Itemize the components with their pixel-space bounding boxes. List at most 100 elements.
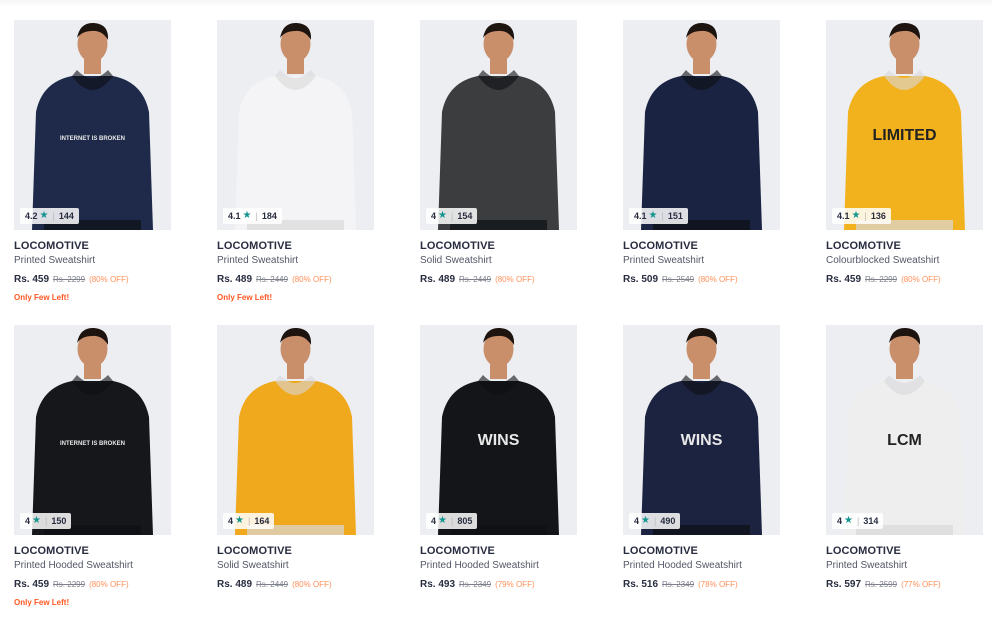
- product-title: Printed Hooded Sweatshirt: [420, 560, 539, 571]
- product-card[interactable]: INTERNET IS BROKEN 4 ★ | 150 LOCOMOTIVE Printe…: [14, 325, 171, 607]
- price-row: Rs. 489 Rs. 2449 (80% OFF): [217, 274, 374, 285]
- product-image[interactable]: INTERNET IS BROKEN 4.2 ★ | 144: [14, 20, 171, 230]
- star-icon: ★: [235, 515, 244, 526]
- stock-badge: Only Few Left!: [217, 293, 273, 302]
- product-image[interactable]: LIMITED 4.1 ★ | 136: [826, 20, 983, 230]
- product-brand: LOCOMOTIVE: [623, 545, 698, 557]
- discounted-price: Rs. 516: [623, 579, 659, 590]
- product-image[interactable]: 4 ★ | 154: [420, 20, 577, 230]
- discount-percent: (80% OFF): [698, 275, 738, 284]
- rating-separator: |: [44, 516, 48, 526]
- rating-separator: |: [450, 516, 454, 526]
- rating-count: 164: [254, 516, 270, 526]
- product-title: Printed Hooded Sweatshirt: [623, 560, 742, 571]
- product-brand: LOCOMOTIVE: [826, 545, 901, 557]
- discounted-price: Rs. 509: [623, 274, 659, 285]
- price-row: Rs. 516 Rs. 2349 (78% OFF): [623, 579, 780, 590]
- rating-count: 805: [457, 516, 473, 526]
- stock-badge: Only Few Left!: [14, 598, 70, 607]
- product-title: Solid Sweatshirt: [217, 560, 289, 571]
- product-card[interactable]: LCM 4 ★ | 314 LOCOMOTIVE Printed Sweatshirt Rs.…: [826, 325, 983, 590]
- discount-percent: (77% OFF): [901, 580, 941, 589]
- rating-count: 490: [660, 516, 676, 526]
- product-title: Solid Sweatshirt: [420, 255, 492, 266]
- print-graphic: WINS: [478, 432, 520, 449]
- price-row: Rs. 459 Rs. 2299 (80% OFF): [14, 274, 171, 285]
- product-title: Printed Sweatshirt: [826, 560, 908, 571]
- rating-separator: |: [864, 211, 867, 221]
- model-illustration: LIMITED: [826, 20, 983, 230]
- model-illustration: WINS: [420, 325, 577, 535]
- rating-badge: 4.1 ★ | 136: [832, 208, 891, 224]
- product-card[interactable]: 4 ★ | 164 LOCOMOTIVE Solid Sweatshirt Rs. 489 R…: [217, 325, 374, 590]
- product-brand: LOCOMOTIVE: [826, 240, 901, 252]
- star-icon: ★: [39, 210, 49, 221]
- product-image[interactable]: WINS 4 ★ | 490: [623, 325, 780, 535]
- discounted-price: Rs. 597: [826, 579, 862, 590]
- rating-value: 4.1: [228, 211, 241, 221]
- model-illustration: [420, 20, 577, 230]
- rating-separator: |: [856, 516, 860, 526]
- product-image[interactable]: 4.1 ★ | 184: [217, 20, 374, 230]
- rating-badge: 4 ★ | 164: [223, 513, 275, 529]
- discounted-price: Rs. 489: [217, 579, 253, 590]
- star-icon: ★: [438, 210, 447, 221]
- rating-count: 144: [58, 211, 74, 221]
- product-title: Printed Hooded Sweatshirt: [14, 560, 133, 571]
- rating-badge: 4.2 ★ | 144: [20, 208, 79, 224]
- product-card[interactable]: INTERNET IS BROKEN 4.2 ★ | 144 LOCOMOTIVE Prin…: [14, 20, 171, 302]
- product-card[interactable]: 4 ★ | 154 LOCOMOTIVE Solid Sweatshirt Rs. 489 R…: [420, 20, 577, 285]
- price-row: Rs. 489 Rs. 2449 (80% OFF): [217, 579, 374, 590]
- rating-badge: 4 ★ | 154: [426, 208, 478, 224]
- model-illustration: INTERNET IS BROKEN: [14, 325, 171, 535]
- original-price: Rs. 2349: [662, 580, 695, 589]
- price-row: Rs. 459 Rs. 2299 (80% OFF): [826, 274, 983, 285]
- rating-separator: |: [52, 211, 55, 221]
- rating-value: 4: [431, 211, 437, 221]
- product-image[interactable]: 4 ★ | 164: [217, 325, 374, 535]
- product-brand: LOCOMOTIVE: [217, 545, 292, 557]
- print-graphic: LCM: [887, 432, 922, 449]
- star-icon: ★: [844, 515, 853, 526]
- top-divider: [0, 0, 992, 6]
- star-icon: ★: [851, 210, 861, 221]
- original-price: Rs. 2299: [53, 275, 86, 284]
- product-image[interactable]: LCM 4 ★ | 314: [826, 325, 983, 535]
- original-price: Rs. 2449: [256, 275, 289, 284]
- product-image[interactable]: WINS 4 ★ | 805: [420, 325, 577, 535]
- product-brand: LOCOMOTIVE: [420, 545, 495, 557]
- stock-badge: Only Few Left!: [14, 293, 70, 302]
- model-illustration: [217, 20, 374, 230]
- model-illustration: [217, 325, 374, 535]
- original-price: Rs. 2299: [865, 275, 898, 284]
- product-card[interactable]: LIMITED 4.1 ★ | 136 LOCOMOTIVE Colourblocked S…: [826, 20, 983, 285]
- print-graphic: INTERNET IS BROKEN: [60, 441, 125, 447]
- rating-badge: 4 ★ | 490: [629, 513, 681, 529]
- discounted-price: Rs. 493: [420, 579, 456, 590]
- product-card[interactable]: WINS 4 ★ | 490 LOCOMOTIVE Printed Hooded Sweat…: [623, 325, 780, 590]
- price-row: Rs. 489 Rs. 2449 (80% OFF): [420, 274, 577, 285]
- rating-count: 151: [667, 211, 683, 221]
- product-card[interactable]: 4.1 ★ | 151 LOCOMOTIVE Printed Sweatshirt Rs. …: [623, 20, 780, 285]
- discounted-price: Rs. 489: [217, 274, 253, 285]
- star-icon: ★: [242, 210, 252, 221]
- model-illustration: WINS: [623, 325, 780, 535]
- discounted-price: Rs. 489: [420, 274, 456, 285]
- rating-value: 4: [634, 516, 640, 526]
- rating-value: 4: [228, 516, 234, 526]
- rating-badge: 4.1 ★ | 184: [223, 208, 282, 224]
- rating-separator: |: [247, 516, 251, 526]
- product-card[interactable]: WINS 4 ★ | 805 LOCOMOTIVE Printed Hooded Sweat…: [420, 325, 577, 590]
- discount-percent: (80% OFF): [89, 275, 129, 284]
- rating-value: 4.1: [837, 211, 850, 221]
- star-icon: ★: [32, 515, 41, 526]
- star-icon: ★: [648, 210, 658, 221]
- discounted-price: Rs. 459: [826, 274, 862, 285]
- rating-value: 4.1: [634, 211, 647, 221]
- product-image[interactable]: INTERNET IS BROKEN 4 ★ | 150: [14, 325, 171, 535]
- product-image[interactable]: 4.1 ★ | 151: [623, 20, 780, 230]
- model-illustration: INTERNET IS BROKEN: [14, 20, 171, 230]
- star-icon: ★: [641, 515, 650, 526]
- product-card[interactable]: 4.1 ★ | 184 LOCOMOTIVE Printed Sweatshirt Rs. …: [217, 20, 374, 302]
- discount-percent: (80% OFF): [89, 580, 129, 589]
